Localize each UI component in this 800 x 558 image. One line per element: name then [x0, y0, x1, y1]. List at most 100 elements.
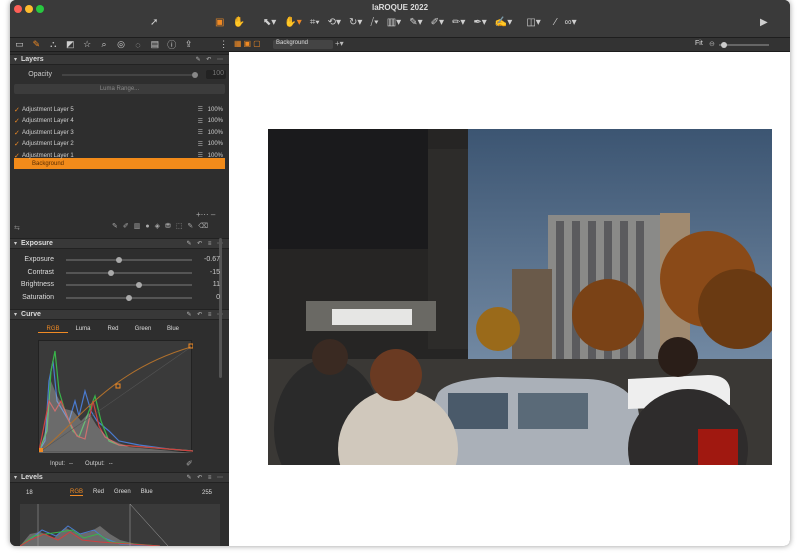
more-menu-icon[interactable]: ⋮: [218, 39, 229, 50]
levels-header[interactable]: ▾ Levels ✎ ↶ ≡ ⋯: [10, 472, 229, 483]
slider-track[interactable]: [66, 259, 192, 261]
main-toolbar: ▣ ✋ ⬉▾ ✋▾ ⌗▾ ⟲▾ ↻▾ ⧸▾ ▥▾ ✎▾ ✐▾ ✏▾ ✒▾ ✍▾ …: [215, 15, 577, 31]
slider-track[interactable]: [66, 271, 192, 274]
layer-visible-check-icon[interactable]: ✓: [14, 117, 22, 125]
curve-tab[interactable]: Red: [98, 326, 128, 333]
opacity-slider[interactable]: [62, 74, 192, 76]
camera-icon[interactable]: ▣: [215, 15, 224, 31]
levels-tab[interactable]: Red: [93, 489, 104, 496]
export-icon[interactable]: ▶: [760, 15, 768, 31]
rotate-icon[interactable]: ↻▾: [349, 15, 362, 31]
eraser-icon[interactable]: ✐▾: [431, 15, 444, 31]
levels-high-value[interactable]: 255: [202, 490, 212, 496]
levels-low-value[interactable]: 18: [26, 490, 33, 496]
glasses-icon[interactable]: ∞▾: [564, 15, 576, 31]
cursor-icon[interactable]: ➚: [150, 15, 158, 31]
slider-knob[interactable]: [136, 282, 143, 288]
curve-tab[interactable]: Green: [128, 326, 158, 333]
curve-tab[interactable]: Blue: [158, 326, 188, 333]
left-panel: ▾ Layers ✎ ↶ ⋯ Opacity 100 Luma Range... …: [10, 52, 229, 546]
spot-icon[interactable]: ▥▾: [387, 15, 401, 31]
curve-graph[interactable]: [38, 340, 194, 453]
exposure-title: Exposure: [21, 240, 53, 247]
exposure-tab-icon[interactable]: ◩: [65, 39, 76, 50]
list-tab-icon[interactable]: ▤: [149, 39, 160, 50]
curve-picker-icon[interactable]: ✐: [186, 459, 193, 468]
layer-visible-check-icon[interactable]: ✓: [14, 129, 22, 137]
slider-value[interactable]: -15: [210, 269, 220, 276]
curve-tab[interactable]: RGB: [38, 326, 68, 333]
layers-header-icons[interactable]: ✎ ↶ ⋯: [196, 56, 225, 63]
view-mode-icons[interactable]: ▦▣▢: [234, 39, 263, 48]
curve-header[interactable]: ▾ Curve ✎ ↶ ≡ ⋯: [10, 309, 229, 320]
opacity-knob[interactable]: [192, 72, 198, 78]
straighten-icon[interactable]: ⟲▾: [328, 15, 341, 31]
add-layer-icon[interactable]: +⋯ –: [196, 210, 215, 219]
layer-row[interactable]: ✓ Adjustment Layer 5 ☰ 100%: [14, 104, 225, 115]
annotate-icon[interactable]: ✍▾: [495, 15, 512, 31]
curve-tab[interactable]: Luma: [68, 326, 98, 333]
slider-value[interactable]: 11: [213, 281, 220, 288]
layer-name: Adjustment Layer 2: [22, 141, 74, 147]
slider-knob[interactable]: [126, 294, 132, 301]
gradient-icon[interactable]: ✏▾: [452, 15, 465, 31]
crop-icon[interactable]: ⌗▾: [310, 15, 320, 31]
picker-icon[interactable]: ✒▾: [473, 15, 486, 31]
info-tab-icon[interactable]: ⓘ: [166, 38, 177, 51]
layer-settings-icon[interactable]: ☰: [198, 129, 203, 136]
layers-header[interactable]: ▾ Layers ✎ ↶ ⋯: [10, 54, 229, 65]
layer-settings-icon[interactable]: ☰: [198, 106, 203, 113]
opacity-value[interactable]: 100: [206, 70, 226, 79]
canvas-toolbar: ▦▣▢ Background +▾ Fit ⊖: [229, 38, 790, 52]
slider-knob[interactable]: [108, 269, 115, 276]
layer-visible-check-icon[interactable]: ✓: [14, 106, 22, 114]
exposure-header[interactable]: ▾ Exposure ✎ ↶ ≡ ⋯: [10, 238, 229, 249]
share-tab-icon[interactable]: ⇪: [183, 39, 194, 50]
refresh-tab-icon[interactable]: ◌: [132, 40, 143, 50]
sync-icon[interactable]: ⇆: [14, 224, 20, 232]
layer-opacity: 100%: [207, 129, 223, 136]
adjust-tab-icon[interactable]: ⛬: [48, 39, 59, 50]
output-label: Output:: [85, 461, 105, 467]
pointer-tool-icon[interactable]: ⬉▾: [263, 15, 276, 31]
layer-row[interactable]: ✓ Adjustment Layer 3 ☰ 100%: [14, 127, 225, 138]
levels-tab[interactable]: Green: [114, 489, 131, 496]
eyedropper-icon[interactable]: ⁄: [555, 15, 557, 31]
compare-icon[interactable]: ◫▾: [526, 15, 540, 31]
hand-icon[interactable]: ✋: [232, 15, 244, 31]
slider-value[interactable]: 0: [216, 294, 220, 301]
keystone-icon[interactable]: ⧸▾: [370, 15, 378, 31]
pan-tool-icon[interactable]: ✋▾: [284, 15, 301, 31]
opacity-label: Opacity: [28, 71, 52, 78]
layer-tools-icons[interactable]: ✎✐▥●◈⛃⬚✎⌫: [112, 222, 213, 230]
levels-header-icons[interactable]: ✎ ↶ ≡ ⋯: [186, 474, 225, 481]
levels-tab[interactable]: Blue: [141, 489, 153, 496]
layer-row[interactable]: ✓ Adjustment Layer 4 ☰ 100%: [14, 116, 225, 127]
levels-histogram[interactable]: [19, 503, 225, 546]
layer-settings-icon[interactable]: ☰: [198, 152, 203, 159]
levels-tab[interactable]: RGB: [70, 489, 84, 496]
layer-settings-icon[interactable]: ☰: [198, 141, 203, 148]
canvas-area[interactable]: [229, 52, 790, 546]
layer-row[interactable]: ✓ Adjustment Layer 1 ☰ 100%: [14, 150, 225, 161]
brush-tab-icon[interactable]: ✎: [31, 39, 42, 50]
layer-settings-icon[interactable]: ☰: [198, 118, 203, 125]
library-tab-icon[interactable]: ▭: [14, 39, 25, 50]
add-icon[interactable]: +▾: [335, 39, 344, 48]
slider-label: Brightness: [20, 281, 54, 288]
slider-value[interactable]: -0.67: [204, 256, 220, 263]
luma-range-button[interactable]: Luma Range...: [14, 84, 225, 94]
star-tab-icon[interactable]: ☆: [82, 39, 93, 50]
zoom-slider-knob[interactable]: [721, 42, 727, 48]
brush-icon[interactable]: ✎▾: [409, 15, 422, 31]
search-tab-icon[interactable]: ⌕: [99, 39, 110, 50]
slider-track[interactable]: [66, 284, 192, 286]
lens-tab-icon[interactable]: ◎: [116, 39, 127, 50]
slider-knob[interactable]: [115, 257, 122, 263]
layer-visible-check-icon[interactable]: ✓: [14, 152, 22, 160]
zoom-out-icon[interactable]: ⊖: [709, 40, 715, 48]
background-select[interactable]: Background: [273, 40, 333, 49]
layer-visible-check-icon[interactable]: ✓: [14, 140, 22, 148]
layer-row[interactable]: ✓ Adjustment Layer 2 ☰ 100%: [14, 139, 225, 150]
curve-title: Curve: [21, 311, 41, 318]
